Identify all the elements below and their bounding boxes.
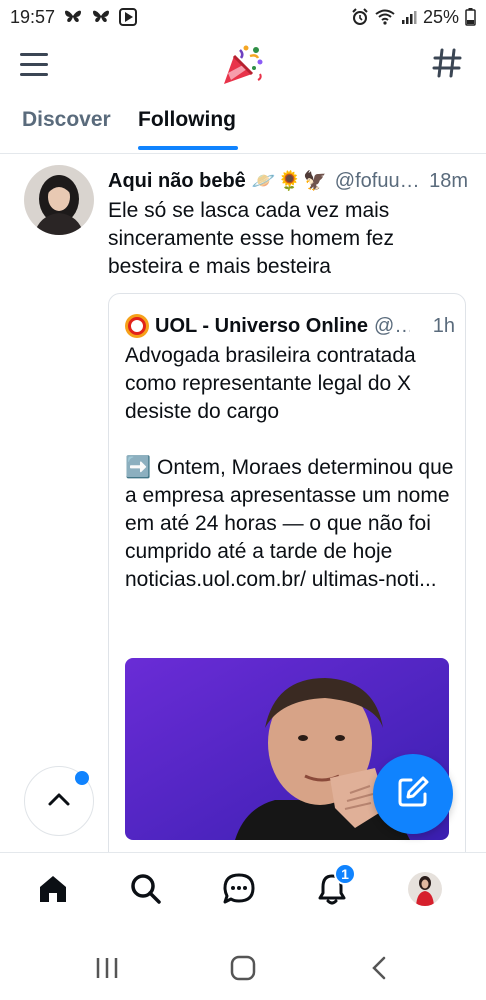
butterfly-icon bbox=[91, 8, 111, 26]
author-handle[interactable]: @fofuuraa.bsky.social bbox=[335, 170, 425, 193]
status-left: 19:57 bbox=[10, 6, 138, 28]
feed-post[interactable]: Aqui não bebê 🪐🌻🦅 @fofuuraa.bsky.social … bbox=[0, 155, 486, 873]
alarm-icon bbox=[351, 8, 369, 26]
butterfly-icon bbox=[63, 8, 83, 26]
notification-badge: 1 bbox=[334, 863, 356, 885]
scroll-to-top-button[interactable] bbox=[24, 766, 94, 836]
system-home-icon[interactable] bbox=[228, 953, 258, 983]
signal-icon bbox=[401, 9, 417, 25]
quoted-author-handle: @uol.com.br bbox=[374, 314, 410, 337]
battery-percent: 25% bbox=[422, 6, 459, 27]
app-header bbox=[0, 36, 486, 92]
chat-icon[interactable] bbox=[219, 869, 259, 909]
author-emoji: 🪐🌻🦅 bbox=[251, 171, 329, 192]
compose-button[interactable] bbox=[373, 754, 453, 834]
post-text: Ele só se lasca cada vez mais sinceramen… bbox=[108, 199, 394, 278]
bottom-navigation: 1 bbox=[0, 852, 486, 922]
hamburger-menu-icon[interactable] bbox=[20, 48, 56, 80]
quoted-post-timestamp: 1h bbox=[432, 314, 455, 337]
author-avatar[interactable] bbox=[24, 165, 94, 235]
wifi-icon bbox=[375, 9, 395, 25]
profile-avatar[interactable] bbox=[405, 869, 445, 909]
status-right: 25% bbox=[351, 7, 476, 28]
system-back-icon[interactable] bbox=[364, 953, 394, 983]
uol-logo-icon bbox=[125, 314, 149, 338]
quoted-post-text: Advogada brasileira contratada como repr… bbox=[125, 344, 454, 591]
compose-icon bbox=[395, 774, 431, 815]
bell-icon[interactable]: 1 bbox=[312, 863, 356, 909]
status-bar: 19:57 25% bbox=[0, 0, 486, 34]
system-navigation-bar bbox=[0, 935, 486, 1000]
post-timestamp[interactable]: 18m bbox=[429, 170, 468, 193]
author-name[interactable]: Aqui não bebê bbox=[108, 170, 246, 193]
status-time: 19:57 bbox=[10, 6, 56, 27]
home-icon[interactable] bbox=[33, 869, 73, 909]
post-header: Aqui não bebê 🪐🌻🦅 @fofuuraa.bsky.social … bbox=[108, 167, 468, 195]
recent-apps-icon[interactable] bbox=[92, 953, 122, 983]
active-tab-indicator bbox=[138, 146, 238, 150]
search-icon[interactable] bbox=[126, 869, 166, 909]
new-posts-dot bbox=[75, 771, 89, 785]
profile-avatar-image bbox=[408, 872, 442, 906]
quoted-post-header: UOL - Universo Online @uol.com.br 1h bbox=[125, 312, 455, 340]
play-store-icon bbox=[119, 8, 138, 26]
quoted-author-name: UOL - Universo Online bbox=[155, 314, 368, 337]
tab-discover[interactable]: Discover bbox=[22, 108, 111, 132]
hashtag-icon[interactable] bbox=[430, 46, 464, 80]
feed-tabs: Discover Following bbox=[0, 100, 486, 154]
party-popper-icon bbox=[220, 42, 266, 88]
battery-icon bbox=[465, 8, 476, 26]
chevron-up-icon bbox=[47, 791, 71, 812]
tab-following[interactable]: Following bbox=[138, 108, 236, 132]
